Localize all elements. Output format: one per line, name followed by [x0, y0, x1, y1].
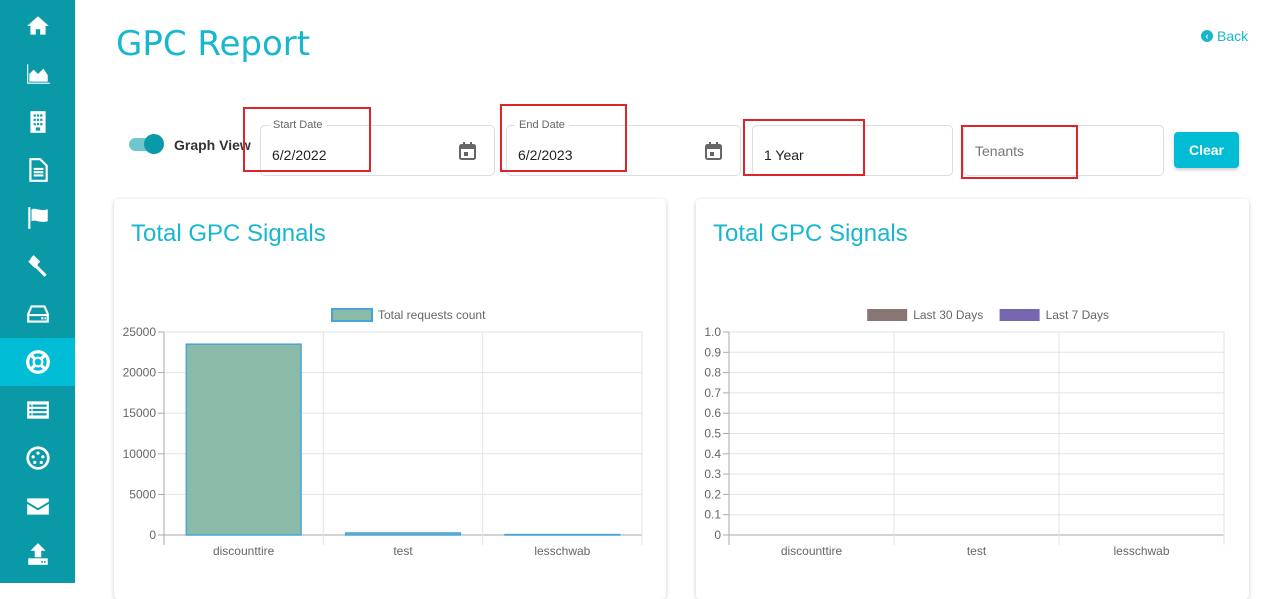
sidebar-item-buildings[interactable] [0, 98, 75, 146]
legend-swatch [332, 309, 372, 321]
end-date-value: 6/2/2023 [518, 147, 573, 163]
y-tick-label: 15000 [123, 406, 157, 420]
flag-icon [25, 205, 51, 231]
sidebar-item-support[interactable] [0, 338, 75, 386]
sidebar-item-legal[interactable] [0, 242, 75, 290]
clear-button[interactable]: Clear [1174, 132, 1239, 168]
graph-view-toggle[interactable] [129, 134, 165, 154]
chevron-left-circle-icon: ‹ [1201, 30, 1213, 42]
hard-drive-icon [25, 301, 51, 327]
calendar-icon[interactable] [459, 142, 476, 160]
y-tick-label: 10000 [123, 447, 157, 461]
bar [346, 533, 461, 535]
calendar-icon[interactable] [705, 142, 722, 160]
legend-label: Last 30 Days [913, 308, 983, 322]
home-icon [25, 13, 51, 39]
chart-card-total: Total GPC Signals Total requests count05… [114, 199, 666, 599]
document-icon [25, 157, 51, 183]
y-tick-label: 0.4 [704, 447, 721, 461]
y-tick-label: 0.9 [704, 345, 721, 359]
area-chart-icon [25, 61, 51, 87]
y-tick-label: 25000 [123, 325, 157, 339]
sidebar-item-flags[interactable] [0, 194, 75, 242]
sidebar-item-documents[interactable] [0, 146, 75, 194]
sidebar-item-analytics[interactable] [0, 50, 75, 98]
bar [186, 344, 301, 535]
y-tick-label: 0.5 [704, 427, 721, 441]
life-ring-icon [25, 349, 51, 375]
plug-icon [25, 445, 51, 471]
graph-view-label: Graph View [174, 137, 251, 153]
tenants-select[interactable]: Tenants [963, 125, 1164, 176]
back-link[interactable]: ‹ Back [1201, 28, 1248, 44]
x-tick-label: test [967, 544, 987, 558]
gavel-icon [25, 253, 51, 279]
x-tick-label: lesschwab [534, 544, 590, 558]
chart-card-recent: Total GPC Signals Last 30 DaysLast 7 Day… [696, 199, 1249, 599]
y-tick-label: 0 [149, 528, 156, 542]
chart-recent-signals: Last 30 Days Last 7 Days 0 0.1 0.2 0.3 0.4 0.5 0… [696, 199, 1249, 599]
back-label: Back [1217, 28, 1248, 44]
y-tick-label: 20000 [123, 366, 157, 380]
y-tick-label: 0 [714, 528, 721, 542]
sidebar [0, 0, 75, 583]
sidebar-item-connections[interactable] [0, 434, 75, 482]
sidebar-item-list[interactable] [0, 386, 75, 434]
y-tick-label: 5000 [129, 487, 156, 501]
sidebar-item-upload[interactable] [0, 530, 75, 578]
y-tick-label: 1.0 [704, 325, 721, 339]
upload-icon [25, 541, 51, 567]
legend-label: Total requests count [378, 308, 486, 322]
x-tick-label: lesschwab [1113, 544, 1169, 558]
legend-swatch [1000, 309, 1040, 321]
y-tick-label: 0.8 [704, 366, 721, 380]
end-date-label: End Date [515, 119, 569, 131]
y-tick-label: 0.2 [704, 487, 721, 501]
y-tick-label: 0.1 [704, 508, 721, 522]
start-date-label: Start Date [269, 119, 327, 131]
toggle-knob [144, 134, 164, 154]
period-value: 1 Year [764, 147, 804, 163]
building-icon [25, 109, 51, 135]
period-select[interactable]: 1 Year [752, 125, 953, 176]
x-tick-label: test [393, 544, 413, 558]
envelope-icon [25, 493, 51, 519]
sidebar-item-storage[interactable] [0, 290, 75, 338]
legend-swatch [867, 309, 907, 321]
x-tick-label: discounttire [781, 544, 843, 558]
page-title: GPC Report [116, 24, 310, 64]
chart-total-requests: Total requests count 0 5000 10000 15000 20000… [114, 199, 666, 599]
start-date-field[interactable]: Start Date 6/2/2022 [260, 125, 495, 176]
legend-label: Last 7 Days [1046, 308, 1109, 322]
tenants-placeholder: Tenants [975, 143, 1024, 159]
end-date-field[interactable]: End Date 6/2/2023 [506, 125, 741, 176]
start-date-value: 6/2/2022 [272, 147, 327, 163]
sidebar-item-home[interactable] [0, 2, 75, 50]
list-icon [25, 397, 51, 423]
sidebar-item-mail[interactable] [0, 482, 75, 530]
y-tick-label: 0.7 [704, 386, 721, 400]
y-tick-label: 0.3 [704, 467, 721, 481]
x-tick-label: discounttire [213, 544, 275, 558]
y-tick-label: 0.6 [704, 406, 721, 420]
